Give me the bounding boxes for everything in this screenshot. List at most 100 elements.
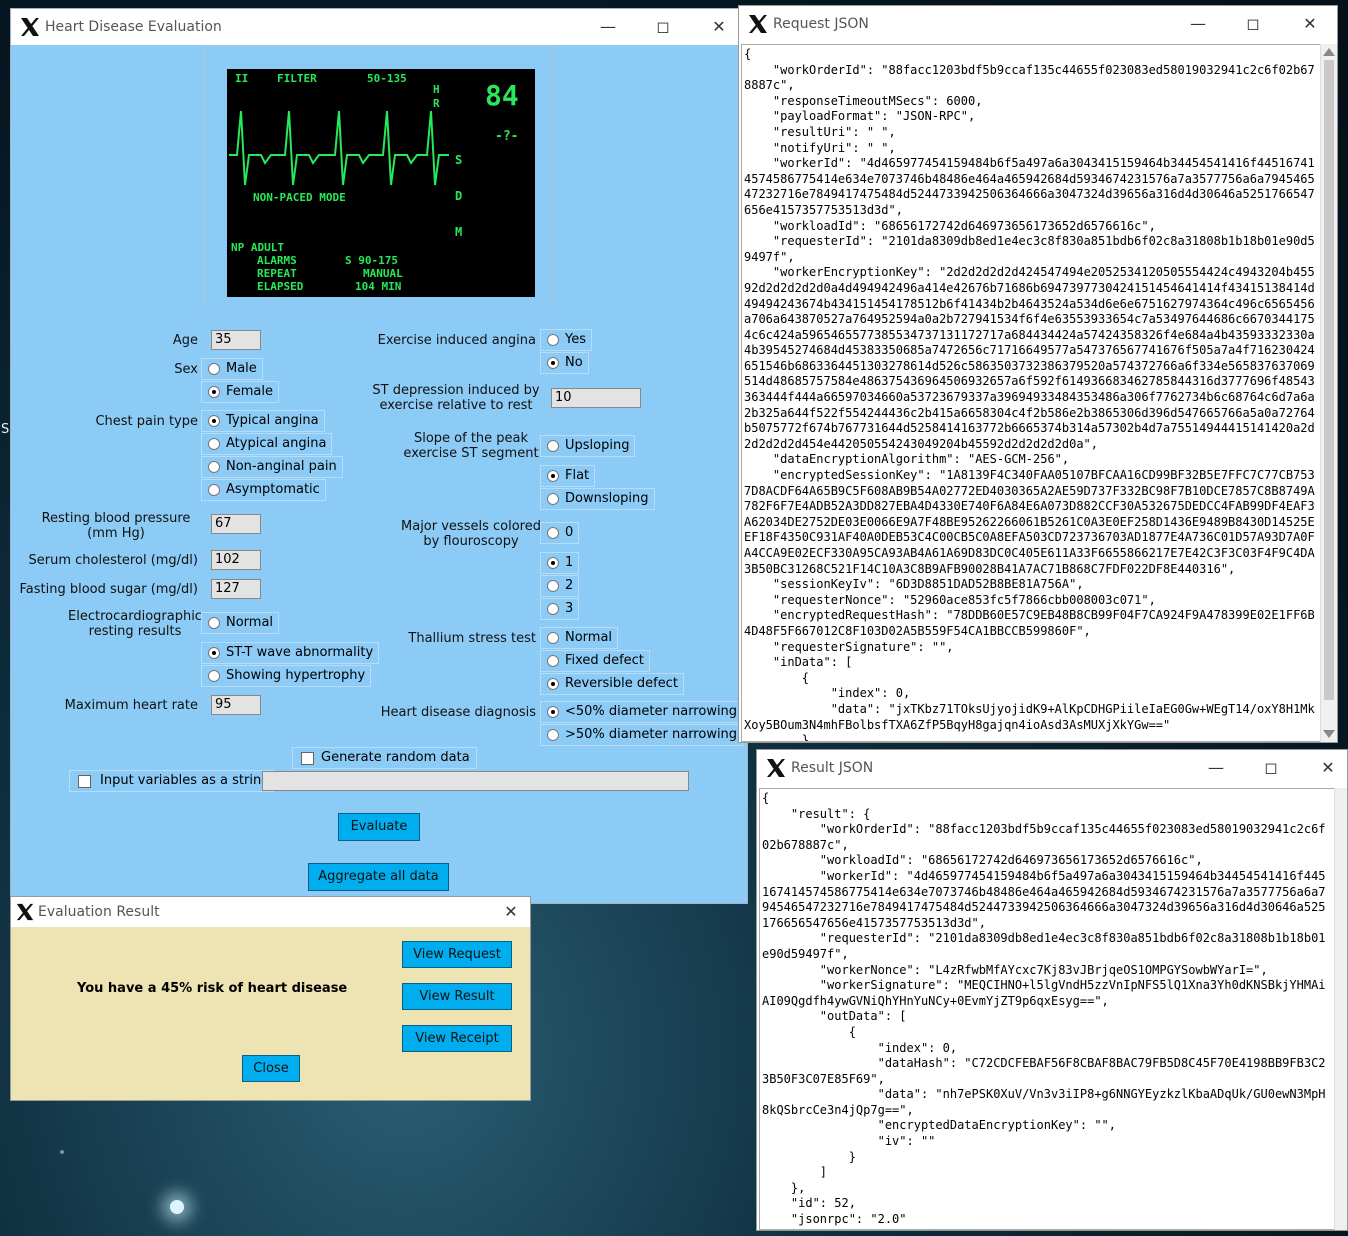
radio-icon	[208, 461, 220, 473]
vessels-option-3[interactable]: 3	[540, 598, 580, 620]
maximize-icon[interactable]: ◻	[1240, 11, 1266, 37]
generate-random-checkbox[interactable]: Generate random data	[292, 747, 477, 769]
result-text-area[interactable]: { "result": { "workOrderId": "88facc1203…	[759, 788, 1335, 1230]
vessels-option-2[interactable]: 2	[540, 575, 580, 597]
form-area: II FILTER 50-135 H R 84 -?- S D M NON-PA…	[11, 45, 747, 903]
minimize-icon[interactable]: —	[595, 14, 621, 40]
slope-label: Slope of the peak exercise ST segment	[403, 431, 539, 461]
title-bar[interactable]: Result JSON — ◻ ✕	[757, 750, 1347, 786]
window-title: Result JSON	[791, 760, 874, 776]
ecg-filter: FILTER	[277, 72, 317, 85]
desktop-light-dot	[170, 1200, 184, 1214]
title-bar[interactable]: Evaluation Result ✕	[11, 897, 530, 927]
view-request-button[interactable]: View Request	[402, 941, 512, 968]
st-depression-input[interactable]: 10	[551, 388, 641, 408]
ecg-elapsed-label: ELAPSED	[257, 280, 304, 293]
maximize-icon[interactable]: ◻	[650, 14, 676, 40]
view-result-button[interactable]: View Result	[402, 983, 512, 1010]
scroll-up-icon[interactable]	[1323, 48, 1335, 56]
slope-option-downsloping[interactable]: Downsloping	[540, 488, 655, 510]
fasting-sugar-input[interactable]: 127	[211, 579, 261, 599]
age-label: Age	[172, 333, 198, 348]
x11-logo-icon	[16, 903, 34, 921]
desktop-edge-glyph: S	[1, 422, 10, 437]
result-scrollbar[interactable]	[1334, 788, 1347, 1230]
ecg-alarms-label: ALARMS	[257, 254, 297, 267]
chest-pain-option-nonanginal[interactable]: Non-anginal pain	[201, 456, 343, 478]
ecg-hr-letter: H	[433, 83, 440, 96]
aggregate-button[interactable]: Aggregate all data	[308, 863, 449, 891]
max-hr-input[interactable]: 95	[211, 695, 261, 715]
diagnosis-option-lt50[interactable]: <50% diameter narrowing	[540, 701, 744, 723]
close-button[interactable]: Close	[242, 1055, 300, 1082]
age-input[interactable]: 35	[211, 330, 261, 350]
x11-logo-icon	[767, 759, 785, 777]
heart-disease-window: Heart Disease Evaluation — ◻ ✕ II FILTER…	[10, 8, 748, 904]
radio-icon	[547, 580, 559, 592]
title-bar[interactable]: Heart Disease Evaluation — ◻ ✕	[11, 9, 747, 45]
ecg-range: 50-135	[367, 72, 407, 85]
radio-icon	[547, 632, 559, 644]
sex-label: Sex	[174, 362, 198, 377]
dialog-body: You have a 45% risk of heart disease Vie…	[11, 927, 530, 1100]
window-title: Evaluation Result	[38, 904, 160, 920]
exercise-angina-label: Exercise induced angina	[377, 333, 536, 348]
window-title: Request JSON	[773, 16, 869, 32]
chest-pain-option-atypical[interactable]: Atypical angina	[201, 433, 333, 455]
scroll-down-icon[interactable]	[1323, 730, 1335, 738]
radio-selected-icon	[547, 706, 559, 718]
radio-selected-icon	[547, 557, 559, 569]
input-string-field[interactable]	[262, 771, 689, 791]
close-icon[interactable]: ✕	[1297, 11, 1323, 37]
radio-icon	[547, 334, 559, 346]
checkbox-icon	[301, 752, 314, 765]
radio-selected-icon	[547, 470, 559, 482]
diagnosis-option-gt50[interactable]: >50% diameter narrowing	[540, 724, 744, 746]
sex-option-male[interactable]: Male	[201, 358, 263, 380]
ecg-waveform	[229, 110, 449, 186]
result-json-text: { "result": { "workOrderId": "88facc1203…	[762, 791, 1326, 1229]
view-receipt-button[interactable]: View Receipt	[402, 1025, 512, 1052]
thallium-option-reversible[interactable]: Reversible defect	[540, 673, 684, 695]
scroll-thumb[interactable]	[1324, 60, 1334, 700]
title-bar[interactable]: Request JSON — ◻ ✕	[739, 6, 1337, 42]
x11-logo-icon	[749, 15, 767, 33]
thallium-option-fixed[interactable]: Fixed defect	[540, 650, 650, 672]
cholesterol-input[interactable]: 102	[211, 550, 261, 570]
result-json-window: Result JSON — ◻ ✕ { "result": { "workOrd…	[756, 749, 1348, 1231]
close-icon[interactable]: ✕	[706, 14, 732, 40]
request-scrollbar[interactable]	[1320, 44, 1337, 742]
ecg-option-hypertrophy[interactable]: Showing hypertrophy	[201, 665, 372, 687]
angina-option-no[interactable]: No	[540, 352, 589, 374]
vessels-option-0[interactable]: 0	[540, 522, 580, 544]
maximize-icon[interactable]: ◻	[1258, 755, 1284, 781]
ecg-side-code: -?-	[495, 129, 519, 144]
input-string-checkbox[interactable]: Input variables as a string	[69, 770, 275, 792]
request-text-area[interactable]: { "workOrderId": "88facc1203bdf5b9ccaf13…	[741, 44, 1321, 742]
ecg-monitor-image: II FILTER 50-135 H R 84 -?- S D M NON-PA…	[227, 69, 535, 297]
minimize-icon[interactable]: —	[1203, 755, 1229, 781]
radio-selected-icon	[208, 386, 220, 398]
checkbox-icon	[78, 775, 91, 788]
slope-option-flat[interactable]: Flat	[540, 465, 596, 487]
risk-message: You have a 45% risk of heart disease	[77, 981, 348, 996]
chest-pain-option-typical[interactable]: Typical angina	[201, 410, 325, 432]
sex-option-female[interactable]: Female	[201, 381, 280, 403]
ecg-option-normal[interactable]: Normal	[201, 612, 280, 634]
minimize-icon[interactable]: —	[1185, 11, 1211, 37]
radio-selected-icon	[208, 647, 220, 659]
radio-icon	[547, 729, 559, 741]
st-depression-label: ST depression induced by exercise relati…	[372, 383, 540, 413]
resting-bp-input[interactable]: 67	[211, 514, 261, 534]
radio-icon	[208, 363, 220, 375]
ecg-option-stt[interactable]: ST-T wave abnormality	[201, 642, 380, 664]
thallium-option-normal[interactable]: Normal	[540, 627, 619, 649]
chest-pain-option-asymptomatic[interactable]: Asymptomatic	[201, 479, 326, 501]
thallium-label: Thallium stress test	[408, 631, 536, 646]
close-icon[interactable]: ✕	[1315, 755, 1341, 781]
slope-option-upsloping[interactable]: Upsloping	[540, 435, 636, 457]
vessels-option-1[interactable]: 1	[540, 552, 580, 574]
angina-option-yes[interactable]: Yes	[540, 329, 592, 351]
evaluate-button[interactable]: Evaluate	[338, 813, 420, 841]
close-icon[interactable]: ✕	[498, 899, 524, 925]
